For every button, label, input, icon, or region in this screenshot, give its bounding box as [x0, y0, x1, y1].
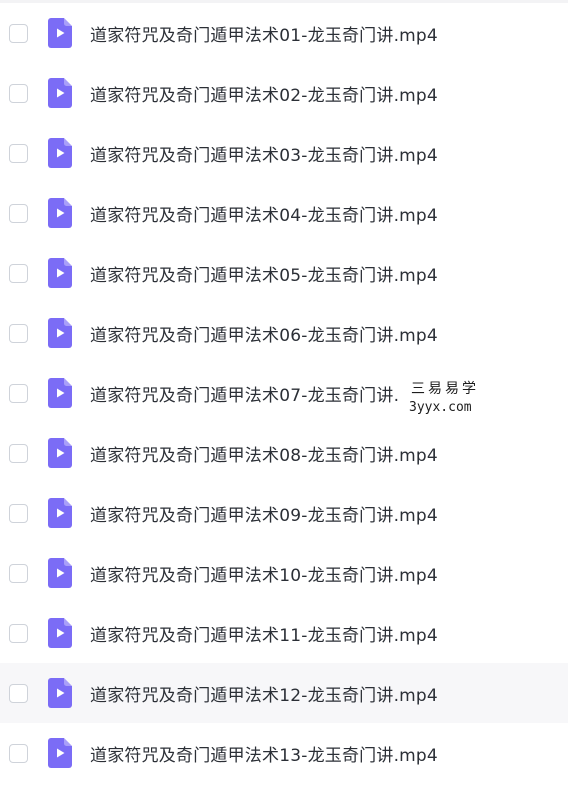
file-name[interactable]: 道家符咒及奇门遁甲法术01-龙玉奇门讲.mp4	[90, 21, 438, 46]
select-checkbox[interactable]	[9, 623, 28, 643]
video-file-icon	[48, 498, 72, 528]
file-row[interactable]: 道家符咒及奇门遁甲法术12-龙玉奇门讲.mp4	[0, 663, 568, 723]
file-row[interactable]: 道家符咒及奇门遁甲法术09-龙玉奇门讲.mp4	[0, 483, 568, 543]
video-file-icon	[48, 198, 72, 228]
file-name[interactable]: 道家符咒及奇门遁甲法术05-龙玉奇门讲.mp4	[90, 261, 438, 286]
video-file-icon	[48, 678, 72, 708]
watermark-url: 3yyx.com	[409, 400, 472, 415]
file-name[interactable]: 道家符咒及奇门遁甲法术09-龙玉奇门讲.mp4	[90, 501, 438, 526]
file-name[interactable]: 道家符咒及奇门遁甲法术07-龙玉奇门讲.mp4	[90, 381, 438, 406]
watermark-title: 三易易学	[411, 381, 479, 397]
select-checkbox[interactable]	[9, 383, 28, 403]
select-checkbox[interactable]	[9, 203, 28, 223]
file-name[interactable]: 道家符咒及奇门遁甲法术04-龙玉奇门讲.mp4	[90, 201, 438, 226]
file-name[interactable]: 道家符咒及奇门遁甲法术06-龙玉奇门讲.mp4	[90, 321, 438, 346]
video-file-icon	[48, 18, 72, 48]
file-name[interactable]: 道家符咒及奇门遁甲法术02-龙玉奇门讲.mp4	[90, 81, 438, 106]
select-checkbox[interactable]	[9, 743, 28, 763]
video-file-icon	[48, 438, 72, 468]
file-row[interactable]: 道家符咒及奇门遁甲法术04-龙玉奇门讲.mp4	[0, 183, 568, 243]
select-checkbox[interactable]	[9, 443, 28, 463]
video-file-icon	[48, 318, 72, 348]
file-name[interactable]: 道家符咒及奇门遁甲法术12-龙玉奇门讲.mp4	[90, 681, 438, 706]
file-row[interactable]: 道家符咒及奇门遁甲法术13-龙玉奇门讲.mp4	[0, 723, 568, 783]
select-checkbox[interactable]	[9, 503, 28, 523]
video-file-icon	[48, 258, 72, 288]
file-name[interactable]: 道家符咒及奇门遁甲法术10-龙玉奇门讲.mp4	[90, 561, 438, 586]
file-name[interactable]: 道家符咒及奇门遁甲法术08-龙玉奇门讲.mp4	[90, 441, 438, 466]
select-checkbox[interactable]	[9, 323, 28, 343]
select-checkbox[interactable]	[9, 83, 28, 103]
file-row[interactable]: 道家符咒及奇门遁甲法术08-龙玉奇门讲.mp4	[0, 423, 568, 483]
video-file-icon	[48, 78, 72, 108]
video-file-icon	[48, 138, 72, 168]
video-file-icon	[48, 378, 72, 408]
file-name[interactable]: 道家符咒及奇门遁甲法术03-龙玉奇门讲.mp4	[90, 141, 438, 166]
file-name[interactable]: 道家符咒及奇门遁甲法术13-龙玉奇门讲.mp4	[90, 741, 438, 766]
watermark: 三易易学 3yyx.com	[400, 377, 484, 421]
file-row[interactable]: 道家符咒及奇门遁甲法术06-龙玉奇门讲.mp4	[0, 303, 568, 363]
file-row[interactable]: 道家符咒及奇门遁甲法术10-龙玉奇门讲.mp4	[0, 543, 568, 603]
file-row[interactable]: 道家符咒及奇门遁甲法术02-龙玉奇门讲.mp4	[0, 63, 568, 123]
file-row[interactable]: 道家符咒及奇门遁甲法术11-龙玉奇门讲.mp4	[0, 603, 568, 663]
video-file-icon	[48, 738, 72, 768]
video-file-icon	[48, 558, 72, 588]
select-checkbox[interactable]	[9, 683, 28, 703]
video-file-icon	[48, 618, 72, 648]
select-checkbox[interactable]	[9, 143, 28, 163]
select-checkbox[interactable]	[9, 23, 28, 43]
select-checkbox[interactable]	[9, 263, 28, 283]
file-row[interactable]: 道家符咒及奇门遁甲法术03-龙玉奇门讲.mp4	[0, 123, 568, 183]
file-name[interactable]: 道家符咒及奇门遁甲法术11-龙玉奇门讲.mp4	[90, 621, 438, 646]
select-checkbox[interactable]	[9, 563, 28, 583]
file-row[interactable]: 道家符咒及奇门遁甲法术05-龙玉奇门讲.mp4	[0, 243, 568, 303]
file-row[interactable]: 道家符咒及奇门遁甲法术01-龙玉奇门讲.mp4	[0, 3, 568, 63]
